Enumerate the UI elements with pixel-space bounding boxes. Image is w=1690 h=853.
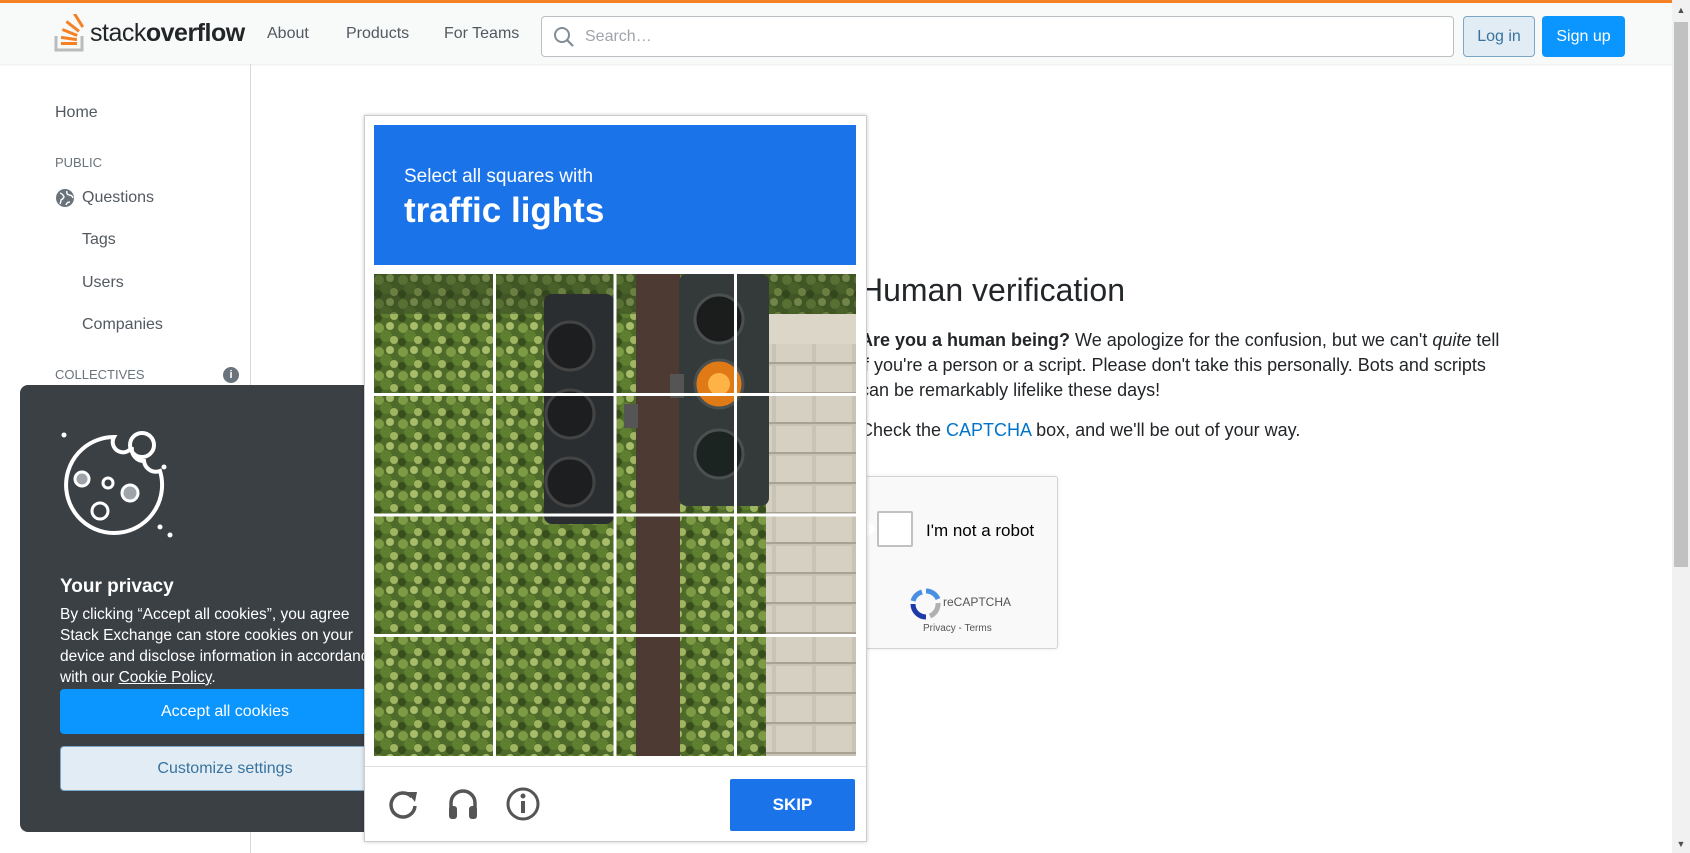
sidebar-item-companies[interactable]: Companies <box>82 316 163 334</box>
captcha-instruction-text: Check the CAPTCHA box, and we'll be out … <box>860 420 1301 440</box>
cookie-policy-link[interactable]: Cookie Policy <box>119 669 212 686</box>
nav-for-teams[interactable]: For Teams <box>444 25 519 43</box>
scroll-down-arrow-icon[interactable]: ▼ <box>1675 838 1687 850</box>
nav-products[interactable]: Products <box>346 25 409 43</box>
recaptcha-widget: I'm not a robot reCAPTCHA Privacy - Term… <box>864 476 1058 649</box>
search-box[interactable] <box>541 16 1454 57</box>
verification-explanation: Are you a human being? We apologize for … <box>860 330 1500 400</box>
scroll-up-arrow-icon[interactable]: ▲ <box>1675 4 1687 16</box>
customize-settings-button[interactable]: Customize settings <box>60 746 390 791</box>
challenge-header: Select all squares with traffic lights <box>374 125 856 265</box>
traffic-light-image <box>374 274 856 756</box>
top-bar: stackoverflow About Products For Teams L… <box>0 0 1672 64</box>
recaptcha-logo-icon <box>910 588 941 620</box>
cookie-title: Your privacy <box>60 576 174 597</box>
login-button[interactable]: Log in <box>1463 16 1535 57</box>
challenge-target: traffic lights <box>404 191 605 230</box>
search-input[interactable] <box>585 27 1385 46</box>
reload-icon[interactable] <box>385 786 421 822</box>
search-icon <box>554 26 574 47</box>
signup-button[interactable]: Sign up <box>1542 16 1625 57</box>
recaptcha-label: I'm not a robot <box>926 521 1035 540</box>
recaptcha-checkbox[interactable] <box>877 511 913 547</box>
skip-button[interactable]: SKIP <box>730 779 855 831</box>
stack-overflow-logo-icon <box>54 14 85 52</box>
challenge-image-grid <box>374 274 856 756</box>
captcha-link[interactable]: CAPTCHA <box>946 420 1031 440</box>
page-title: Human verification <box>860 272 1125 308</box>
recaptcha-terms-links[interactable]: Privacy - Terms <box>923 623 992 634</box>
sidebar-heading-collectives: COLLECTIVES <box>55 367 145 382</box>
challenge-instruction: Select all squares with <box>404 166 594 187</box>
globe-icon <box>56 189 74 207</box>
cookie-consent-banner: Your privacy By clicking “Accept all coo… <box>20 385 390 832</box>
site-logo[interactable]: stackoverflow <box>54 13 245 53</box>
challenge-footer-divider <box>365 766 866 767</box>
logo-wordmark: stackoverflow <box>90 18 245 47</box>
cookie-description: By clicking “Accept all cookies”, you ag… <box>60 606 378 686</box>
sidebar-item-questions[interactable]: Questions <box>82 189 154 207</box>
cookie-icon <box>61 431 173 538</box>
accept-all-cookies-button[interactable]: Accept all cookies <box>60 689 390 734</box>
recaptcha-brand: reCAPTCHA <box>943 595 1012 609</box>
scrollbar-thumb[interactable] <box>1674 22 1688 567</box>
nav-about[interactable]: About <box>267 25 309 43</box>
audio-icon[interactable] <box>445 786 481 822</box>
info-icon[interactable] <box>505 786 541 822</box>
sidebar-item-home[interactable]: Home <box>55 104 98 122</box>
collectives-info-icon[interactable]: i <box>223 367 239 383</box>
sidebar-item-users[interactable]: Users <box>82 274 124 292</box>
sidebar-item-tags[interactable]: Tags <box>82 231 116 249</box>
captcha-challenge-popup: Select all squares with traffic lights S… <box>364 115 867 842</box>
sidebar-heading-public: PUBLIC <box>55 155 102 170</box>
